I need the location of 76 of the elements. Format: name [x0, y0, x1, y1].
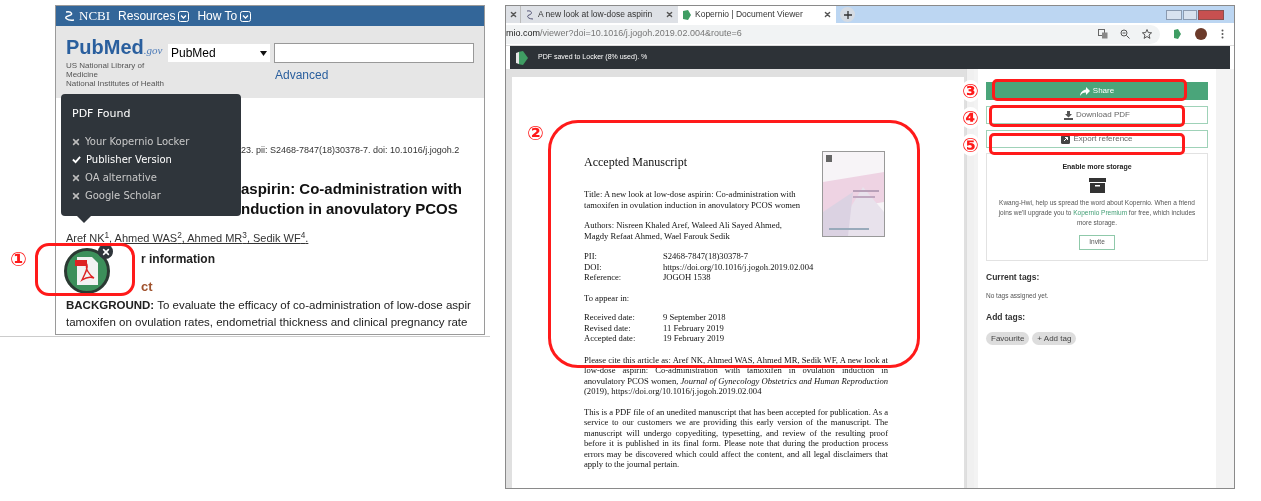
- source-option[interactable]: OA alternative: [85, 170, 157, 185]
- source-option[interactable]: Your Kopernio Locker: [85, 134, 190, 149]
- citation-text: 23. pii: S2468-7847(18)30378-7. doi: 10.1016/j.jogoh.2: [241, 145, 461, 156]
- field-value: 11 February 2019: [663, 322, 724, 333]
- section-heading: r information: [141, 251, 215, 268]
- tab-title: A new look at low-dose aspirin: [538, 8, 654, 21]
- field-value: https://doi.org/10.1016/j.jogoh.2019.02.004: [663, 261, 814, 272]
- download-icon: [1064, 110, 1074, 120]
- step-number: ③: [962, 80, 979, 102]
- archive-box-icon: [1088, 177, 1106, 193]
- pdf-heading: Accepted Manuscript: [584, 155, 688, 169]
- pdf-text-line: Title: A new look at low-dose aspirin: Co-administration with: [584, 189, 797, 200]
- abstract-text: tamoxifen on ovulation rates, endometrial thickness and clinical pregnancy rate: [66, 314, 468, 330]
- close-icon: [509, 11, 517, 18]
- field-label: PII:: [584, 251, 598, 262]
- menu-icon[interactable]: [1221, 29, 1224, 39]
- popup-title: PDF Found: [72, 106, 132, 122]
- cross-icon: [72, 173, 80, 182]
- browser-tab[interactable]: A new look at low-dose aspirin: [520, 6, 678, 23]
- step-number: ⑤: [962, 134, 979, 156]
- dropdown-icon: [178, 10, 190, 22]
- tab-title: Kopernio | Document Viewer: [695, 8, 804, 21]
- search-field[interactable]: [274, 43, 474, 63]
- pdf-button[interactable]: [64, 248, 110, 294]
- section-heading: Add tags:: [986, 311, 1027, 324]
- section-heading: ct: [141, 278, 153, 296]
- field-label: Received date:: [584, 312, 636, 323]
- organization-name: National Institutes of Health: [66, 79, 165, 88]
- field-label: Accepted date:: [584, 333, 637, 344]
- tag-chip[interactable]: Favourite: [986, 331, 1030, 345]
- profile-avatar[interactable]: [1195, 28, 1207, 40]
- field-value: JOGOH 1538: [663, 272, 711, 283]
- organization-name: US National Library of Medicine: [66, 61, 146, 79]
- cross-icon: [72, 191, 80, 200]
- pdf-text-line: To appear in:: [584, 292, 631, 303]
- dropdown-arrow-icon: [260, 50, 267, 56]
- nav-menu[interactable]: Resources: [118, 7, 176, 25]
- cross-icon: [72, 137, 80, 146]
- author-list[interactable]: Aref NK$^{1}$, Ahmed WAS$^{2}$, Ahmed MR$^{3}$, Sedik WF$^{4}$.: [66, 231, 309, 245]
- export-icon: [1061, 134, 1071, 144]
- star-icon[interactable]: [1142, 29, 1152, 39]
- field-label: Revised date:: [584, 322, 632, 333]
- abstract-text: BACKGROUND: To evaluate the efficacy of co-administration of low-dose aspir: [66, 297, 471, 313]
- close-icon: [824, 11, 831, 18]
- field-label: Reference:: [584, 272, 623, 283]
- ncbi-brand[interactable]: NCBI: [79, 6, 111, 26]
- address-bar[interactable]: mio.com/viewer?doi=10.1016/j.jogoh.2019.02.004&route=6: [506, 24, 1160, 44]
- plus-icon: [843, 10, 852, 19]
- nav-menu[interactable]: How To: [197, 7, 238, 25]
- field-value: 19 February 2019: [663, 333, 725, 344]
- zoom-icon[interactable]: [1120, 29, 1130, 39]
- database-select[interactable]: PubMed: [168, 44, 270, 62]
- article-title: aspirin: Co-administration with: [241, 179, 463, 199]
- translate-icon[interactable]: [1098, 29, 1108, 39]
- disclaimer-paragraph: This is a PDF file of an unedited manuscript that has been accepted for publication. As a service to our customers we are providing this early version of the manuscript. The manuscript will undergo copyediting, typesetting, and review of the resulting proof before it is published in its final form. Please note that during the production process errors may be discovered which could affect the content, and all legal disclaimers that apply to the journal pertain.: [584, 406, 888, 470]
- share-icon: [1079, 86, 1090, 96]
- tag-chip[interactable]: + Add tag: [1032, 331, 1077, 345]
- close-icon: [101, 247, 110, 256]
- pubmed-logo[interactable]: PubMed.gov: [66, 36, 171, 61]
- section-heading: Current tags:: [986, 270, 1041, 284]
- field-label: DOI:: [584, 261, 603, 272]
- source-option[interactable]: Publisher Version: [86, 152, 172, 167]
- pdf-text-line: Authors: Nisreen Khaled Aref, Waleed Ali Sayed Ahmed,: [584, 220, 783, 231]
- advanced-link[interactable]: Advanced: [275, 66, 329, 84]
- pdf-file-icon: [74, 256, 100, 286]
- field-value: S2468-7847(18)30378-7: [663, 251, 748, 262]
- dropdown-icon: [240, 10, 252, 22]
- browser-tab[interactable]: Kopernio | Document Viewer: [678, 6, 836, 23]
- article-title: nduction in anovulatory PCOS: [241, 199, 459, 219]
- pdf-text-line: Magdy Refaat Ahmed, Wael Farouk Sedik: [584, 230, 731, 241]
- step-number: ④: [962, 107, 979, 129]
- field-value: 9 September 2018: [663, 312, 726, 323]
- pdf-text-line: tamoxifen in ovulation induction in anovulatory PCOS women: [584, 199, 801, 210]
- source-option[interactable]: Google Scholar: [85, 188, 161, 203]
- close-icon: [666, 11, 673, 18]
- new-tab-button[interactable]: [840, 7, 855, 22]
